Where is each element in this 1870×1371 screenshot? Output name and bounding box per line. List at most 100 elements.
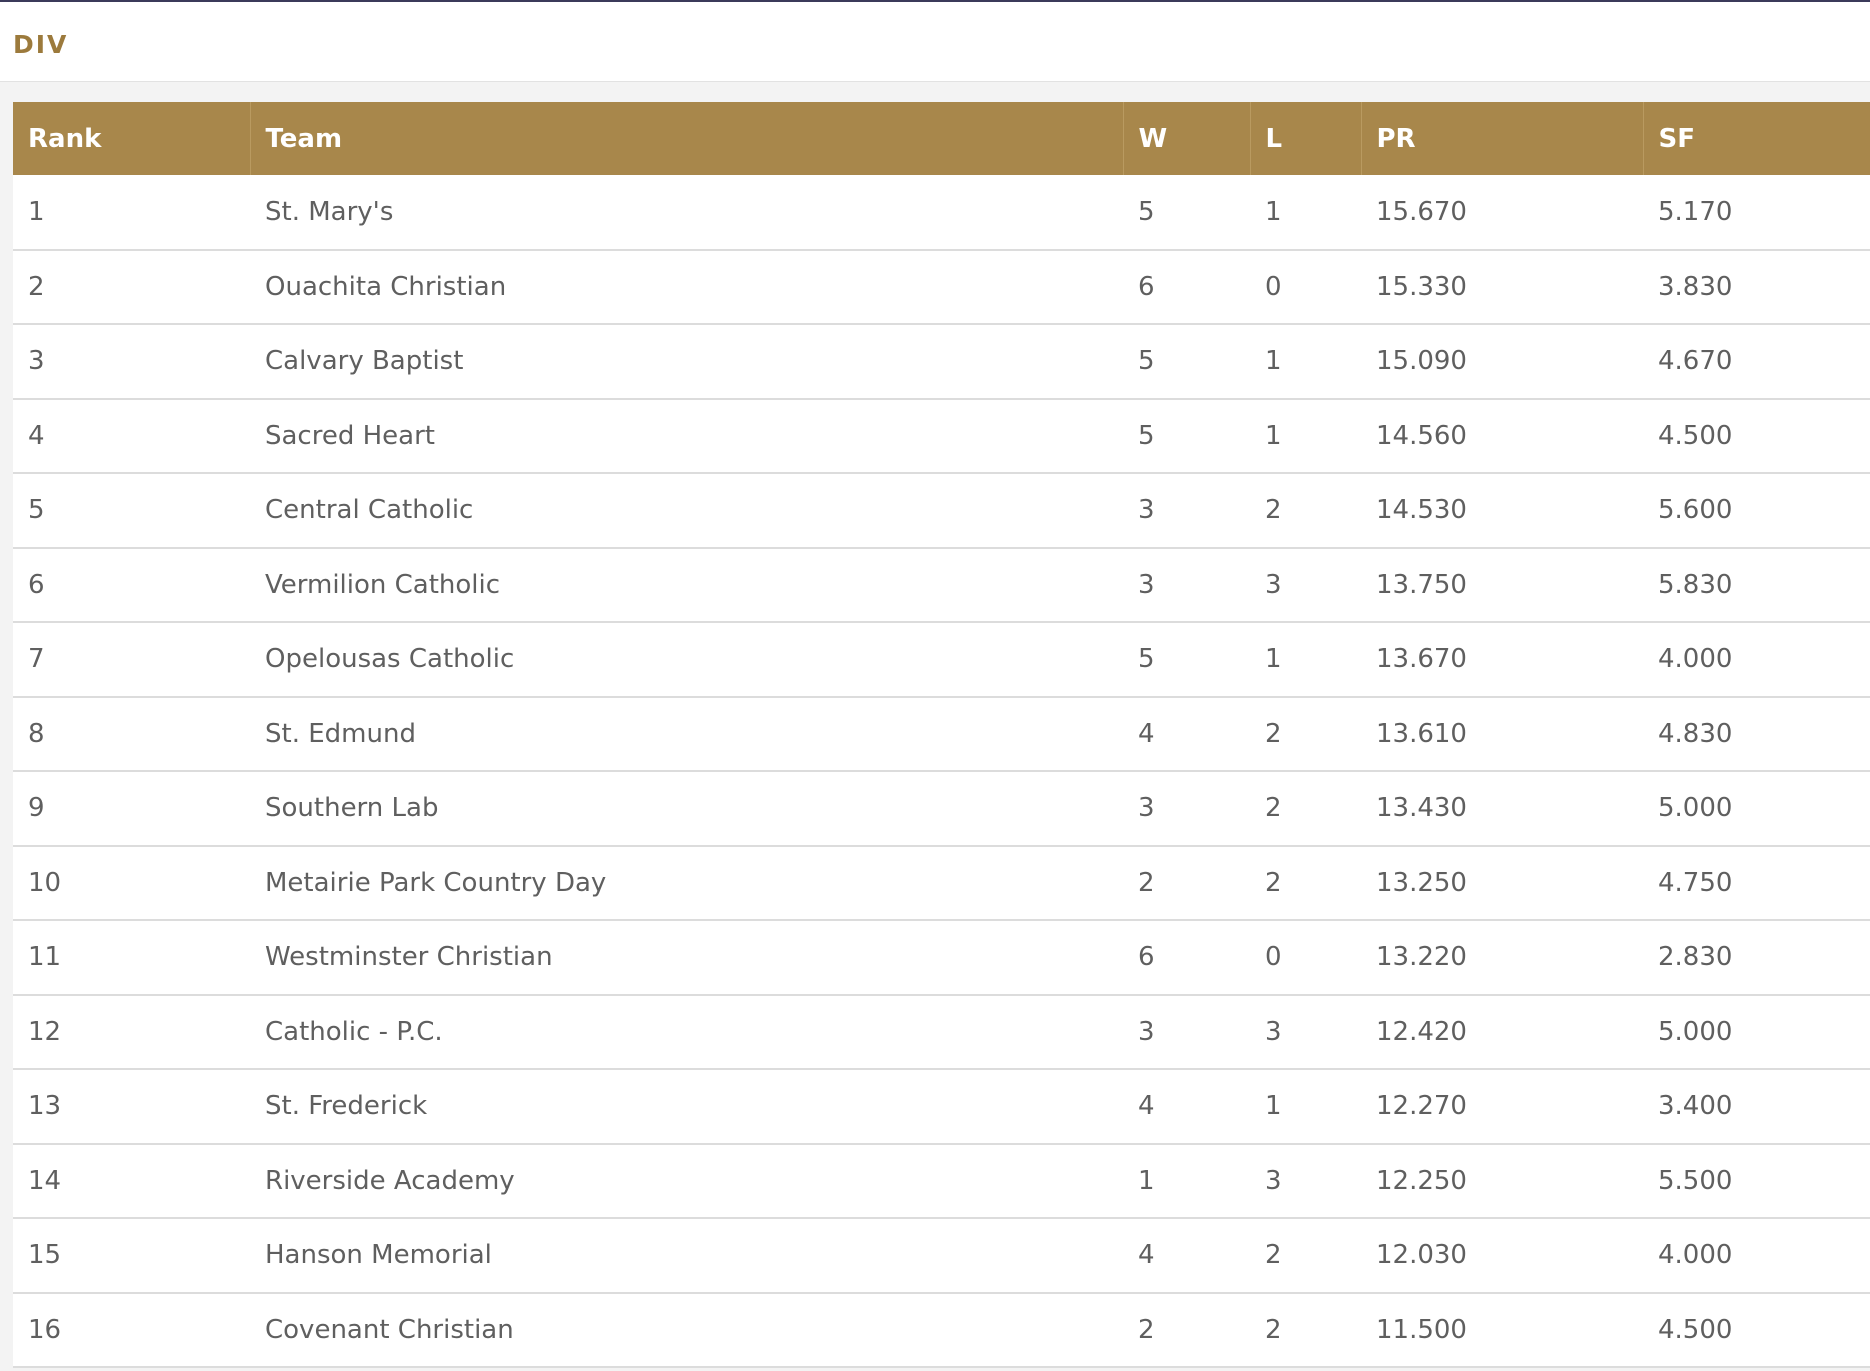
division-title: DIV bbox=[13, 30, 69, 59]
team-cell: Southern Lab bbox=[265, 793, 439, 824]
rank-cell: 8 bbox=[28, 718, 45, 749]
table-row: 9 Southern Lab 3 2 13.430 5.000 bbox=[13, 771, 1870, 846]
power-rating-cell: 12.420 bbox=[1376, 1016, 1467, 1047]
wins-cell: 4 bbox=[1138, 718, 1155, 749]
wins-cell: 5 bbox=[1138, 346, 1155, 377]
strength-factor-cell: 5.830 bbox=[1658, 569, 1733, 600]
wins-cell: 5 bbox=[1138, 420, 1155, 451]
wins-cell: 2 bbox=[1138, 867, 1155, 898]
rank-cell: 5 bbox=[28, 495, 45, 526]
table-row: 3 Calvary Baptist 5 1 15.090 4.670 bbox=[13, 324, 1870, 399]
losses-cell: 2 bbox=[1265, 1314, 1282, 1345]
wins-cell: 4 bbox=[1138, 1240, 1155, 1271]
losses-cell: 0 bbox=[1265, 271, 1282, 302]
table-row: 2 Ouachita Christian 6 0 15.330 3.830 bbox=[13, 250, 1870, 324]
team-cell: St. Mary's bbox=[265, 196, 394, 227]
strength-factor-cell: 4.500 bbox=[1658, 420, 1733, 451]
rank-cell: 14 bbox=[28, 1165, 62, 1196]
team-cell: Vermilion Catholic bbox=[265, 569, 501, 600]
power-rating-cell: 15.330 bbox=[1376, 271, 1467, 302]
rank-cell: 6 bbox=[28, 569, 45, 600]
strength-factor-cell: 4.830 bbox=[1658, 718, 1733, 749]
wins-cell: 6 bbox=[1138, 271, 1155, 302]
table-row: 4 Sacred Heart 5 1 14.560 4.500 bbox=[13, 399, 1870, 473]
table-header-row: Rank Team W L PR SF bbox=[13, 102, 1870, 175]
table-row: 10 Metairie Park Country Day 2 2 13.250 4.750 bbox=[13, 846, 1870, 920]
strength-factor-cell: 4.750 bbox=[1658, 867, 1733, 898]
strength-factor-cell: 2.830 bbox=[1658, 942, 1733, 973]
wins-cell: 5 bbox=[1138, 196, 1155, 227]
losses-cell: 2 bbox=[1265, 1240, 1282, 1271]
rank-cell: 2 bbox=[28, 271, 45, 302]
table-row: 15 Hanson Memorial 4 2 12.030 4.000 bbox=[13, 1218, 1870, 1293]
table-row: 6 Vermilion Catholic 3 3 13.750 5.830 bbox=[13, 548, 1870, 622]
strength-factor-cell: 5.600 bbox=[1658, 495, 1733, 526]
rank-cell: 16 bbox=[28, 1314, 62, 1345]
power-rating-cell: 13.430 bbox=[1376, 793, 1467, 824]
power-rating-cell: 13.610 bbox=[1376, 718, 1467, 749]
rank-cell: 12 bbox=[28, 1016, 62, 1047]
rank-cell: 1 bbox=[28, 196, 45, 227]
table-row: 12 Catholic - P.C. 3 3 12.420 5.000 bbox=[13, 995, 1870, 1069]
strength-factor-cell: 4.000 bbox=[1658, 644, 1733, 675]
losses-cell: 1 bbox=[1265, 346, 1282, 377]
column-header-losses[interactable]: L bbox=[1249, 102, 1361, 175]
table-row: 11 Westminster Christian 6 0 13.220 2.830 bbox=[13, 920, 1870, 995]
column-header-strength-factor[interactable]: SF bbox=[1642, 102, 1870, 175]
power-rating-cell: 12.270 bbox=[1376, 1091, 1467, 1122]
losses-cell: 2 bbox=[1265, 793, 1282, 824]
team-cell: Hanson Memorial bbox=[265, 1240, 492, 1271]
losses-cell: 2 bbox=[1265, 495, 1282, 526]
losses-cell: 3 bbox=[1265, 569, 1282, 600]
rank-cell: 15 bbox=[28, 1240, 62, 1271]
rank-cell: 7 bbox=[28, 644, 45, 675]
power-rating-cell: 13.220 bbox=[1376, 942, 1467, 973]
column-header-team[interactable]: Team bbox=[249, 102, 1123, 175]
losses-cell: 1 bbox=[1265, 644, 1282, 675]
power-rating-cell: 13.750 bbox=[1376, 569, 1467, 600]
team-cell: Metairie Park Country Day bbox=[265, 867, 607, 898]
wins-cell: 3 bbox=[1138, 1016, 1155, 1047]
team-cell: Opelousas Catholic bbox=[265, 644, 515, 675]
power-rating-cell: 13.250 bbox=[1376, 867, 1467, 898]
power-rating-cell: 15.670 bbox=[1376, 196, 1467, 227]
rankings-table: Rank Team W L PR SF 1 St. Mary's 5 1 15.670 5… bbox=[13, 102, 1870, 1368]
strength-factor-cell: 5.500 bbox=[1658, 1165, 1733, 1196]
rank-cell: 9 bbox=[28, 793, 45, 824]
team-cell: Calvary Baptist bbox=[265, 346, 464, 377]
table-row: 13 St. Frederick 4 1 12.270 3.400 bbox=[13, 1069, 1870, 1144]
losses-cell: 1 bbox=[1265, 196, 1282, 227]
strength-factor-cell: 5.170 bbox=[1658, 196, 1733, 227]
team-cell: Central Catholic bbox=[265, 495, 474, 526]
team-cell: Covenant Christian bbox=[265, 1314, 514, 1345]
power-rating-cell: 12.250 bbox=[1376, 1165, 1467, 1196]
losses-cell: 2 bbox=[1265, 718, 1282, 749]
column-header-wins[interactable]: W bbox=[1122, 102, 1250, 175]
strength-factor-cell: 4.670 bbox=[1658, 346, 1733, 377]
team-cell: Westminster Christian bbox=[265, 942, 553, 973]
column-header-power-rating[interactable]: PR bbox=[1360, 102, 1643, 175]
rank-cell: 11 bbox=[28, 942, 62, 973]
rankings-table-container: Rank Team W L PR SF 1 St. Mary's 5 1 15.670 5… bbox=[13, 102, 1870, 1368]
table-header: Rank Team W L PR SF bbox=[13, 102, 1870, 175]
rank-cell: 4 bbox=[28, 420, 45, 451]
wins-cell: 3 bbox=[1138, 569, 1155, 600]
strength-factor-cell: 5.000 bbox=[1658, 793, 1733, 824]
wins-cell: 3 bbox=[1138, 793, 1155, 824]
power-rating-cell: 13.670 bbox=[1376, 644, 1467, 675]
column-header-rank[interactable]: Rank bbox=[13, 102, 250, 175]
wins-cell: 6 bbox=[1138, 942, 1155, 973]
team-cell: Ouachita Christian bbox=[265, 271, 507, 302]
rank-cell: 3 bbox=[28, 346, 45, 377]
losses-cell: 0 bbox=[1265, 942, 1282, 973]
wins-cell: 3 bbox=[1138, 495, 1155, 526]
table-body: 1 St. Mary's 5 1 15.670 5.170 2 Ouachita Christ… bbox=[13, 175, 1870, 1367]
strength-factor-cell: 5.000 bbox=[1658, 1016, 1733, 1047]
losses-cell: 1 bbox=[1265, 1091, 1282, 1122]
power-rating-cell: 12.030 bbox=[1376, 1240, 1467, 1271]
table-row: 8 St. Edmund 4 2 13.610 4.830 bbox=[13, 697, 1870, 771]
team-cell: St. Edmund bbox=[265, 718, 416, 749]
table-row: 14 Riverside Academy 1 3 12.250 5.500 bbox=[13, 1144, 1870, 1218]
division-header-bar: DIV bbox=[0, 0, 1870, 82]
losses-cell: 3 bbox=[1265, 1165, 1282, 1196]
